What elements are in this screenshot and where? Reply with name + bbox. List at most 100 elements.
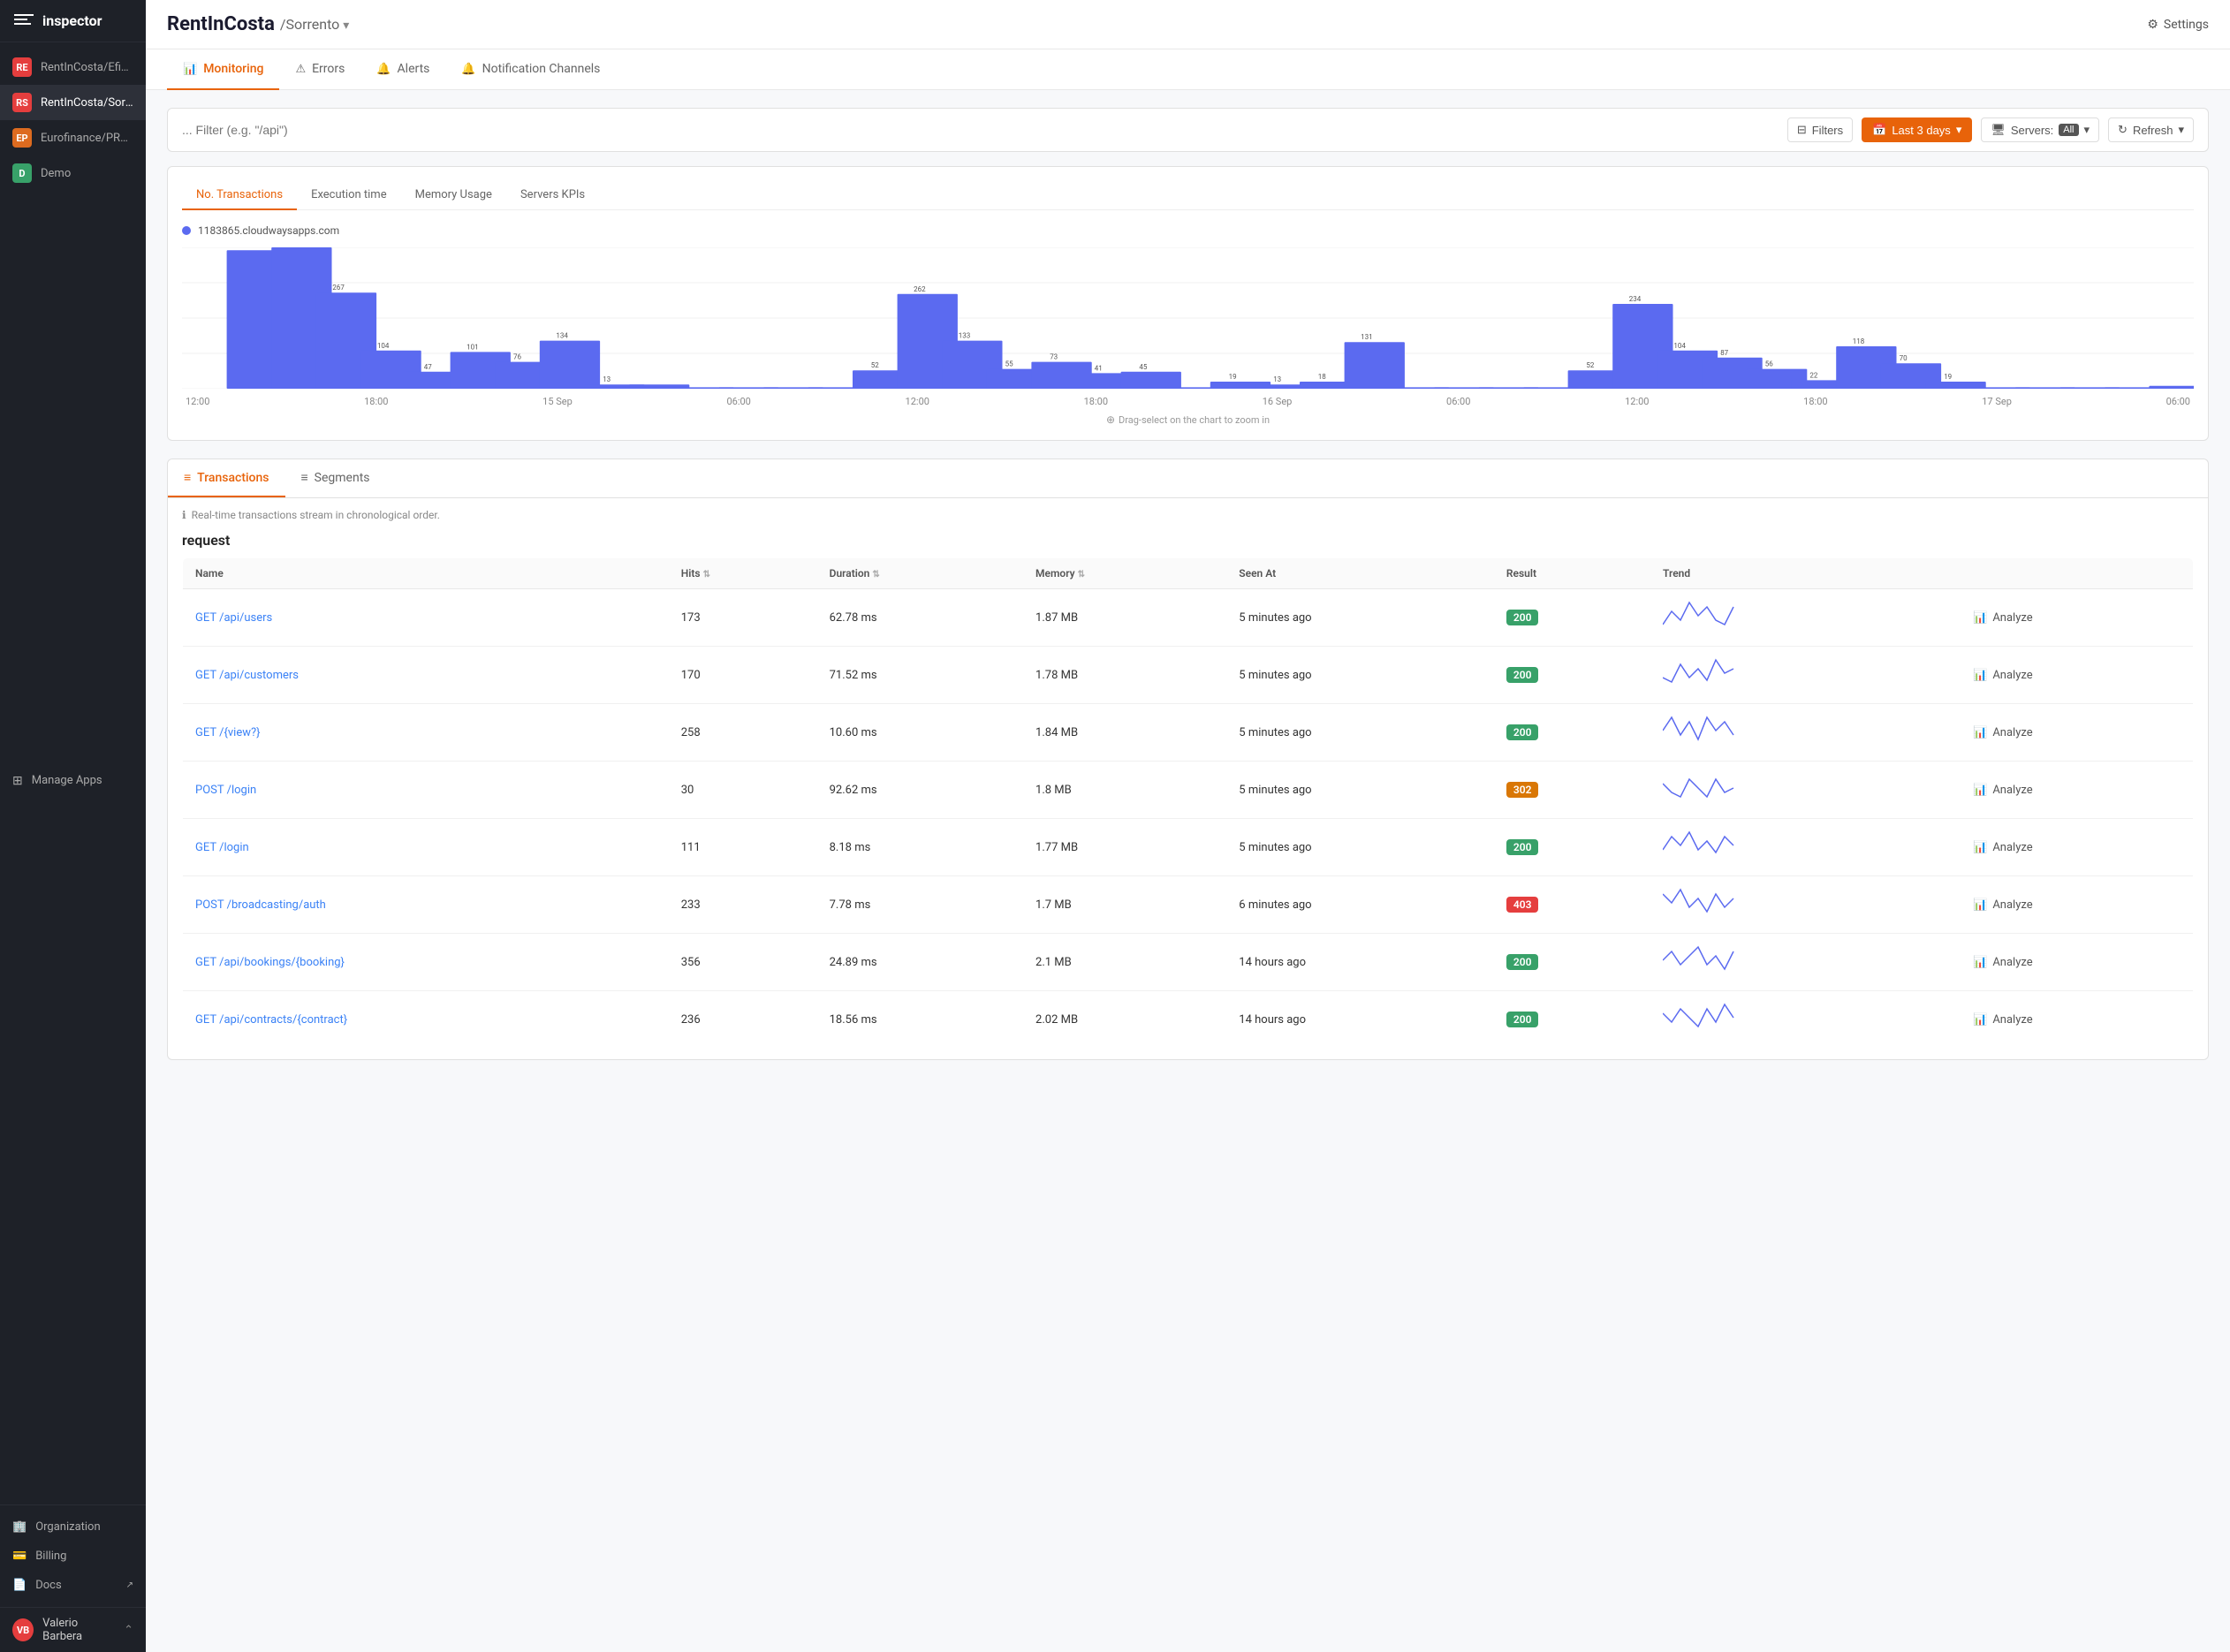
analyze-label: Analyze: [1992, 611, 2032, 625]
notification-channels-icon: 🔔: [461, 63, 475, 76]
tab-errors[interactable]: ⚠ Errors: [279, 49, 360, 90]
grid-icon: ⊞: [12, 774, 23, 788]
settings-button[interactable]: ⚙ Settings: [2147, 18, 2209, 32]
sidebar-item-demo[interactable]: D Demo: [0, 155, 146, 191]
bar-chart-svg: 3843922671044710176134135226213355734145…: [182, 247, 2194, 389]
cell-memory: 1.7 MB: [1023, 876, 1226, 934]
chart-tab-memory-usage[interactable]: Memory Usage: [401, 181, 506, 210]
analyze-icon: 📊: [1973, 611, 1987, 625]
calendar-icon: 📅: [1872, 123, 1886, 137]
svg-text:41: 41: [1095, 364, 1103, 372]
sidebar-item-organization[interactable]: 🏢 Organization: [0, 1512, 146, 1542]
avatar: VB: [12, 1618, 34, 1641]
x-axis-label: 18:00: [1084, 396, 1108, 407]
cell-duration: 8.18 ms: [817, 819, 1023, 876]
sidebar-item-rentincosta-sorr[interactable]: RS RentInCosta/Sorr...: [0, 85, 146, 120]
x-axis-label: 12:00: [186, 396, 209, 407]
tab-label: Errors: [312, 62, 345, 76]
transaction-link[interactable]: POST /login: [195, 784, 256, 797]
manage-apps-item[interactable]: ⊞ Manage Apps: [0, 766, 146, 796]
status-badge: 200: [1506, 667, 1539, 683]
filter-input[interactable]: [182, 123, 1777, 137]
legend-dot: [182, 226, 191, 235]
tab-notification-channels[interactable]: 🔔 Notification Channels: [445, 49, 616, 90]
branch-chevron-icon[interactable]: ▾: [343, 19, 349, 33]
cell-result: 302: [1494, 762, 1650, 819]
analyze-button[interactable]: 📊 Analyze: [1973, 898, 2181, 912]
cell-trend: [1650, 589, 1961, 647]
sidebar-item-eurofinance-prod[interactable]: EP Eurofinance/PROD: [0, 120, 146, 155]
chart-tab-execution-time[interactable]: Execution time: [297, 181, 401, 210]
cell-name: GET /api/bookings/{booking}: [183, 934, 669, 991]
refresh-button[interactable]: ↻ Refresh ▾: [2108, 117, 2194, 142]
chevron-down-icon: ⌃: [124, 1624, 133, 1637]
svg-text:267: 267: [332, 284, 345, 292]
x-axis-label: 06:00: [1446, 396, 1470, 407]
header-analyze: [1961, 558, 2193, 589]
transactions-table: NameHits ⇅Duration ⇅Memory ⇅Seen AtResul…: [182, 557, 2194, 1049]
chart-tab-no-transactions[interactable]: No. Transactions: [182, 181, 297, 210]
header-seen_at: Seen At: [1226, 558, 1494, 589]
analyze-button[interactable]: 📊 Analyze: [1973, 784, 2181, 797]
analyze-button[interactable]: 📊 Analyze: [1973, 726, 2181, 739]
tab-monitoring[interactable]: 📊 Monitoring: [167, 49, 279, 90]
transaction-link[interactable]: GET /api/bookings/{booking}: [195, 956, 345, 969]
chevron-down-icon: ▾: [1956, 123, 1962, 137]
sort-icon[interactable]: ⇅: [872, 570, 879, 580]
chart-area[interactable]: 3843922671044710176134135226213355734145…: [182, 247, 2194, 406]
cell-memory: 1.77 MB: [1023, 819, 1226, 876]
analyze-button[interactable]: 📊 Analyze: [1973, 956, 2181, 969]
x-axis-label: 15 Sep: [542, 396, 573, 407]
chart-tab-servers-kpis[interactable]: Servers KPIs: [506, 181, 599, 210]
tab-alerts[interactable]: 🔔 Alerts: [360, 49, 445, 90]
transaction-link[interactable]: POST /broadcasting/auth: [195, 898, 326, 912]
filter-actions: ⊟ Filters 📅 Last 3 days ▾ 🖥 Servers: All…: [1787, 117, 2194, 142]
servers-button[interactable]: 🖥 Servers: All ▾: [1981, 117, 2099, 142]
sparkline: [1663, 713, 1751, 748]
drag-icon: ⊕: [1106, 413, 1115, 426]
transaction-link[interactable]: GET /login: [195, 841, 249, 854]
date-range-label: Last 3 days: [1892, 124, 1951, 137]
section-tab-segments[interactable]: ≡Segments: [285, 459, 386, 497]
svg-text:70: 70: [1900, 354, 1908, 362]
status-badge: 200: [1506, 954, 1539, 970]
header-result: Result: [1494, 558, 1650, 589]
logo-icon: [14, 14, 34, 28]
svg-text:131: 131: [1361, 333, 1373, 341]
chart-x-axis: 12:0018:0015 Sep06:0012:0018:0016 Sep06:…: [182, 396, 2194, 407]
header-memory[interactable]: Memory ⇅: [1023, 558, 1226, 589]
header-duration[interactable]: Duration ⇅: [817, 558, 1023, 589]
svg-text:19: 19: [1229, 373, 1237, 381]
header-hits[interactable]: Hits ⇅: [669, 558, 817, 589]
filters-button[interactable]: ⊟ Filters: [1787, 117, 1853, 142]
sort-icon[interactable]: ⇅: [1078, 570, 1085, 580]
transaction-link[interactable]: GET /{view?}: [195, 726, 261, 739]
sidebar-user[interactable]: VB Valerio Barbera ⌃: [0, 1607, 146, 1652]
cell-name: POST /login: [183, 762, 669, 819]
servers-label: Servers:: [2011, 124, 2053, 137]
cell-trend: [1650, 762, 1961, 819]
svg-text:47: 47: [424, 363, 432, 371]
analyze-button[interactable]: 📊 Analyze: [1973, 841, 2181, 854]
page-content: ⊟ Filters 📅 Last 3 days ▾ 🖥 Servers: All…: [146, 90, 2230, 1652]
analyze-button[interactable]: 📊 Analyze: [1973, 669, 2181, 682]
cell-memory: 1.78 MB: [1023, 647, 1226, 704]
transaction-link[interactable]: GET /api/contracts/{contract}: [195, 1013, 347, 1027]
sidebar-item-docs[interactable]: 📄 Docs ↗: [0, 1571, 146, 1600]
status-badge: 200: [1506, 610, 1539, 625]
date-range-button[interactable]: 📅 Last 3 days ▾: [1862, 117, 1972, 142]
sort-icon[interactable]: ⇅: [703, 570, 710, 580]
section-tab-transactions[interactable]: ≡Transactions: [168, 459, 285, 497]
sidebar-item-billing[interactable]: 💳 Billing: [0, 1542, 146, 1571]
analyze-button[interactable]: 📊 Analyze: [1973, 1013, 2181, 1027]
svg-text:234: 234: [1629, 295, 1642, 303]
chart-hint-text: Drag-select on the chart to zoom in: [1119, 414, 1270, 426]
cell-trend: [1650, 934, 1961, 991]
table-row: GET /api/users 173 62.78 ms 1.87 MB 5 mi…: [183, 589, 2194, 647]
server-icon: 🖥: [1991, 123, 2006, 137]
transaction-link[interactable]: GET /api/customers: [195, 669, 299, 682]
transaction-link[interactable]: GET /api/users: [195, 611, 272, 625]
cell-seen-at: 14 hours ago: [1226, 991, 1494, 1049]
analyze-button[interactable]: 📊 Analyze: [1973, 611, 2181, 625]
sidebar-item-rentincosta-efisio[interactable]: RE RentInCosta/Efisio: [0, 49, 146, 85]
